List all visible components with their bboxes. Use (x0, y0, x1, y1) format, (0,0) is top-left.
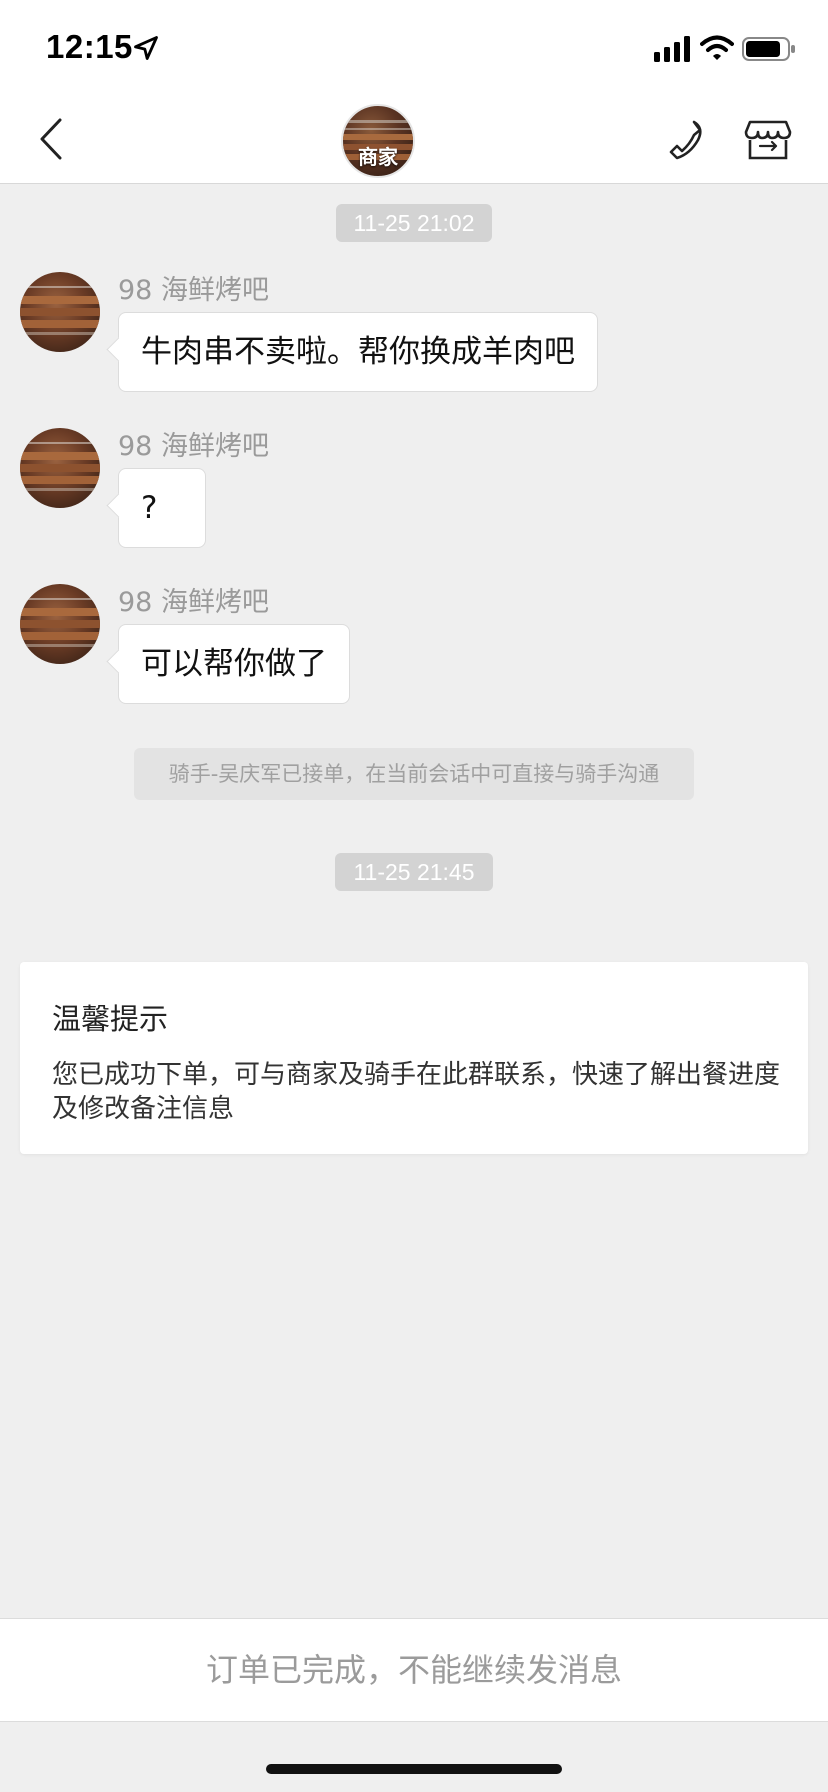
sender-avatar[interactable] (20, 428, 100, 508)
battery-icon (742, 37, 795, 61)
timestamp: 11-25 21:02 (336, 204, 492, 242)
phone-icon[interactable] (668, 118, 708, 162)
nav-bar: 商家 (0, 96, 828, 184)
wifi-icon (700, 35, 734, 60)
message-item: 98 海鲜烤吧 ? (0, 428, 828, 552)
tip-title: 温馨提示 (52, 1002, 169, 1036)
store-icon[interactable] (744, 118, 792, 162)
message-bubble[interactable]: 牛肉串不卖啦。帮你换成羊肉吧 (118, 312, 598, 392)
message-bubble[interactable]: ? (118, 468, 206, 548)
sender-name: 98 海鲜烤吧 (118, 275, 269, 306)
home-indicator[interactable] (266, 1764, 562, 1774)
skewers-image (20, 442, 100, 491)
merchant-avatar-label: 商家 (358, 145, 398, 169)
tip-body: 您已成功下单，可与商家及骑手在此群联系，快速了解出餐进度及修改备注信息 (52, 1060, 781, 1124)
skewers-image (20, 286, 100, 335)
status-time: 12:15 (46, 28, 133, 65)
order-completed-notice: 订单已完成，不能继续发消息 (0, 1618, 828, 1722)
sender-avatar[interactable] (20, 272, 100, 352)
merchant-avatar[interactable]: 商家 (341, 104, 415, 178)
timestamp: 11-25 21:45 (335, 853, 493, 891)
cellular-signal-icon (654, 36, 690, 62)
chevron-left-icon[interactable] (32, 116, 72, 162)
status-bar: 12:15 (0, 0, 828, 96)
system-note: 骑手-吴庆军已接单，在当前会话中可直接与骑手沟通 (134, 748, 694, 800)
sender-avatar[interactable] (20, 584, 100, 664)
message-item: 98 海鲜烤吧 可以帮你做了 (0, 584, 828, 708)
tip-card: 温馨提示 您已成功下单，可与商家及骑手在此群联系，快速了解出餐进度及修改备注信息 (20, 962, 808, 1154)
message-bubble[interactable]: 可以帮你做了 (118, 624, 350, 704)
location-arrow-icon (134, 36, 158, 60)
sender-name: 98 海鲜烤吧 (118, 587, 269, 618)
sender-name: 98 海鲜烤吧 (118, 431, 269, 462)
skewers-image (20, 598, 100, 647)
message-item: 98 海鲜烤吧 牛肉串不卖啦。帮你换成羊肉吧 (0, 272, 828, 396)
